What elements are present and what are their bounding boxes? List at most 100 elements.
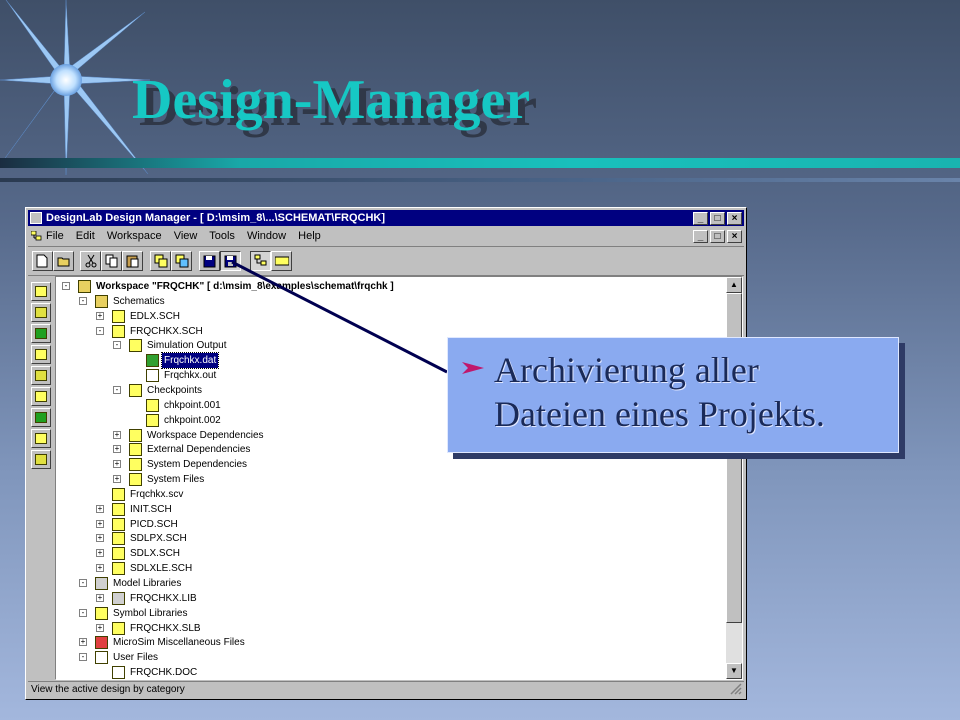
hierarchy-icon — [129, 443, 142, 457]
tree-row[interactable]: - Model Libraries — [56, 576, 716, 591]
tree-row[interactable]: + FRQCHKX.LIB — [56, 591, 716, 606]
pcb-tool-button[interactable] — [31, 387, 51, 406]
restore-button[interactable] — [220, 251, 241, 271]
menu-view[interactable]: View — [174, 230, 198, 242]
menu-tools[interactable]: Tools — [209, 230, 235, 242]
expand-icon[interactable]: + — [96, 504, 104, 513]
tree-row[interactable]: + FRQCHKX.SLB — [56, 621, 716, 636]
replace-design-button[interactable] — [171, 251, 192, 271]
window-titlebar[interactable]: DesignLab Design Manager - [ D:\msim_8\.… — [28, 210, 744, 226]
folder-open-icon — [78, 280, 91, 293]
tree-row[interactable]: + System Files — [56, 472, 716, 487]
tree-item-label: User Files — [113, 652, 159, 664]
symbols-tool-button[interactable] — [31, 303, 51, 322]
user-files-icon — [95, 651, 108, 665]
text-editor-tool-button[interactable] — [31, 450, 51, 469]
probe-tool-button[interactable] — [31, 324, 51, 343]
doc-restore-button[interactable]: □ — [710, 230, 725, 243]
expand-icon[interactable]: + — [79, 638, 87, 647]
tree-row[interactable]: FRQCHK.DOC — [56, 665, 716, 679]
open-button[interactable] — [53, 251, 74, 271]
hierarchy-icon — [129, 339, 142, 353]
new-button[interactable] — [32, 251, 53, 271]
menu-edit[interactable]: Edit — [76, 230, 95, 242]
tree-item-label: Symbol Libraries — [113, 607, 188, 619]
scroll-up-button[interactable]: ▲ — [726, 277, 742, 293]
collapse-icon[interactable]: - — [79, 579, 87, 587]
copy-design-icon — [154, 254, 168, 268]
pcb-tool-icon — [35, 391, 47, 402]
expand-icon[interactable]: + — [113, 430, 121, 439]
tree-item-label: SDLPX.SCH — [130, 533, 187, 545]
callout-box: Archivierung aller Dateien eines Projekt… — [447, 337, 899, 453]
tree-row[interactable]: + SDLXLE.SCH — [56, 561, 716, 576]
tree-item-label: PICD.SCH — [130, 518, 178, 530]
expand-icon[interactable]: + — [96, 311, 104, 320]
parts-tool-button[interactable] — [31, 366, 51, 385]
menu-help[interactable]: Help — [298, 230, 321, 242]
tree-row[interactable]: + INIT.SCH — [56, 502, 716, 517]
menu-window[interactable]: Window — [247, 230, 286, 242]
tree-row[interactable]: Frqchkx.scv — [56, 487, 716, 502]
model-library-icon — [112, 591, 125, 605]
tree-row[interactable]: + PICD.SCH — [56, 517, 716, 532]
expand-icon[interactable]: + — [113, 460, 121, 469]
expand-icon[interactable]: + — [96, 623, 104, 632]
tree-row[interactable]: - User Files — [56, 650, 716, 665]
collapse-icon[interactable]: - — [113, 341, 121, 350]
doc-close-button[interactable]: × — [727, 230, 742, 243]
collapse-icon[interactable]: - — [96, 326, 104, 335]
expand-icon[interactable]: + — [96, 519, 104, 528]
tree-row[interactable]: + System Dependencies — [56, 457, 716, 472]
view-by-file-button[interactable] — [271, 251, 292, 271]
cut-button[interactable] — [80, 251, 101, 271]
expand-icon[interactable]: + — [113, 445, 121, 454]
status-bar: View the active design by category — [28, 681, 744, 697]
collapse-icon[interactable]: - — [62, 282, 70, 290]
collapse-icon[interactable]: - — [79, 608, 87, 617]
doc-minimize-button[interactable]: _ — [693, 230, 708, 243]
collapse-icon[interactable]: - — [79, 296, 87, 305]
callout-line-1: Archivierung aller — [494, 350, 759, 390]
schematic-file-icon — [112, 532, 125, 546]
tree-row[interactable]: + EDLX.SCH — [56, 309, 716, 324]
editor-tool-button[interactable] — [31, 429, 51, 448]
paste-button[interactable] — [122, 251, 143, 271]
minimize-button[interactable]: _ — [693, 212, 708, 225]
tree-item-label: System Files — [147, 474, 205, 486]
tree-item-label: FRQCHKX.SCH — [130, 325, 203, 337]
schematics-tool-button[interactable] — [31, 282, 51, 301]
expand-icon[interactable]: + — [113, 475, 121, 484]
copy-design-button[interactable] — [150, 251, 171, 271]
expand-icon[interactable]: + — [96, 593, 104, 602]
menu-file[interactable]: File — [46, 230, 64, 242]
tree-row[interactable]: - Schematics — [56, 294, 716, 309]
scroll-down-button[interactable]: ▼ — [726, 663, 742, 679]
copy-button[interactable] — [101, 251, 122, 271]
stimulus-tool-button[interactable] — [31, 345, 51, 364]
close-button[interactable]: × — [727, 212, 742, 225]
tree-row[interactable]: - Workspace "FRQCHK" [ d:\msim_8\examples… — [56, 279, 716, 294]
maximize-button[interactable]: □ — [710, 212, 725, 225]
archive-button[interactable] — [199, 251, 220, 271]
tree-item-label: Frqchkx.out — [164, 370, 217, 382]
tree-row[interactable]: + MicroSim Miscellaneous Files — [56, 635, 716, 650]
expand-icon[interactable]: + — [96, 564, 104, 573]
tree-row[interactable]: + SDLX.SCH — [56, 546, 716, 561]
app-icon[interactable] — [30, 212, 42, 224]
tree-row[interactable]: + SDLPX.SCH — [56, 531, 716, 546]
collapse-icon[interactable]: - — [113, 385, 121, 394]
optimizer-tool-button[interactable] — [31, 408, 51, 427]
expand-icon[interactable]: + — [96, 534, 104, 543]
tree-item-label: Simulation Output — [147, 340, 227, 352]
view-by-category-button[interactable] — [250, 251, 271, 271]
schematics-folder-icon — [95, 294, 108, 308]
document-window-icon[interactable] — [31, 231, 42, 241]
expand-icon[interactable]: + — [96, 549, 104, 558]
tree-item-label: Checkpoints — [147, 384, 203, 396]
tree-row[interactable]: - Symbol Libraries — [56, 606, 716, 621]
collapse-icon[interactable]: - — [79, 653, 87, 662]
text-editor-tool-icon — [35, 454, 47, 465]
menu-workspace[interactable]: Workspace — [107, 230, 162, 242]
resize-grip-icon[interactable] — [729, 682, 742, 695]
